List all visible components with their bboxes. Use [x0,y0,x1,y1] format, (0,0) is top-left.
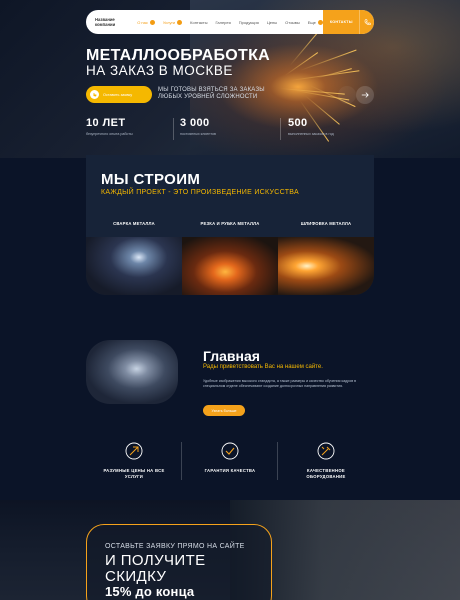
learn-more-button[interactable]: Узнать больше [203,405,245,416]
contacts-button[interactable]: КОНТАКТЫ [322,10,360,34]
services-section: МЫ СТРОИМ КАЖДЫЙ ПРОЕКТ - ЭТО ПРОИЗВЕДЕН… [86,155,374,295]
arrow-right-icon [361,92,369,98]
order-request-button[interactable]: Оставить заявку [86,86,152,103]
feature-prices-label: РАЗУМНЫЕ ЦЕНЫ НА ВСЕ [103,468,165,473]
stat-experience-label: безупречного опыта работы [86,132,133,136]
nav-item-label: Галерея [215,19,231,25]
services-title: МЫ СТРОИМ [101,171,201,188]
service-welding-label[interactable]: СВАРКА МЕТАЛЛА [86,221,182,226]
stat-divider [173,118,174,140]
nav-item-label: Цены [266,19,278,25]
stat-divider [280,118,281,140]
nav-item-label: Услуги [162,19,176,25]
quality-icon [219,440,241,462]
top-nav: Название компании О нас Услуги Контакты Гал… [86,10,374,34]
price-icon [123,440,145,462]
nav-item[interactable]: Отзывы [285,20,300,25]
promo-line1: ОСТАВЬТЕ ЗАЯВКУ ПРЯМО НА САЙТЕ [105,543,245,550]
feature-prices: РАЗУМНЫЕ ЦЕНЫ НА ВСЕ УСЛУГИ [86,440,182,488]
feature-quality: ГАРАНТИЯ КАЧЕСТВА [182,440,278,488]
feature-quality-label: ГАРАНТИЯ КАЧЕСТВА [204,468,256,473]
nav-item[interactable]: Контакты [190,20,207,25]
services-subtitle: КАЖДЫЙ ПРОЕКТ - ЭТО ПРОИЗВЕДЕНИЕ ИСКУССТ… [101,189,299,196]
feature-equipment-label-2: ОБОРУДОВАНИЕ [306,473,346,479]
hero-desc-line1: МЫ ГОТОВЫ ВЗЯТЬСЯ ЗА ЗАКАЗЫ [158,87,265,93]
order-request-label: Оставить заявку [103,92,133,97]
nav-item-label: Еще [307,19,316,25]
hero-desc-line2: ЛЮБЫХ УРОВНЕЙ СЛОЖНОСТИ [158,94,258,100]
hero-subtitle: НА ЗАКАЗ В МОСКВЕ [86,63,233,78]
nav-item[interactable]: Галерея [215,20,230,25]
features-row: РАЗУМНЫЕ ЦЕНЫ НА ВСЕ УСЛУГИ ГАРАНТИЯ КАЧ… [86,440,374,488]
stat-orders-label: выполненных заказов в год [288,132,334,136]
slider-prev-button[interactable] [338,86,356,104]
about-text: Удобные изображения высокого стандарта, … [203,379,357,388]
stat-experience: 10 ЛЕТ безупречного опыта работы [86,117,133,136]
nav-item[interactable]: О нас [137,19,155,25]
company-logo[interactable]: Название компании [86,17,129,27]
promo-line2: И ПОЛУЧИТЕ [105,552,206,569]
dropdown-dot-icon [149,19,155,25]
hero-description: МЫ ГОТОВЫ ВЗЯТЬСЯ ЗА ЗАКАЗЫ ЛЮБЫХ УРОВНЕ… [158,87,278,101]
hand-icon [90,90,99,99]
service-cutting-image[interactable] [182,237,278,295]
service-cutting-label[interactable]: РЕЗКА И РУБКА МЕТАЛЛА [182,221,278,226]
nav-item[interactable]: Еще [307,19,323,25]
stat-experience-value: 10 ЛЕТ [86,117,126,129]
services-images [86,237,374,295]
stat-orders-value: 500 [288,117,308,129]
nav-item-label: Отзывы [285,19,300,25]
about-image [86,340,178,404]
stat-clients: 3 000 постоянных клиентов [180,117,216,136]
nav-item-label: Продукция [238,19,259,25]
dropdown-dot-icon [177,19,183,25]
stat-clients-value: 3 000 [180,117,210,129]
nav-item[interactable]: Цены [267,20,277,25]
about-title: Главная [203,348,260,364]
stat-clients-label: постоянных клиентов [180,132,216,136]
stat-orders: 500 выполненных заказов в год [288,117,334,136]
service-grinding-label[interactable]: ШЛИФОВКА МЕТАЛЛА [278,221,374,226]
nav-menu: О нас Услуги Контакты Галерея Продукция Цены О… [129,19,323,25]
about-subtitle: Рады приветствовать Вас на нашем сайте. [203,364,323,370]
feature-equipment-label: КАЧЕСТВЕННОЕ [306,468,345,473]
equipment-icon [315,440,337,462]
promo-line4: 15% до конца [105,584,195,599]
nav-item-label: О нас [137,19,148,25]
slider-next-button[interactable] [356,86,374,104]
services-categories: СВАРКА МЕТАЛЛА РЕЗКА И РУБКА МЕТАЛЛА ШЛИ… [86,221,374,226]
nav-item[interactable]: Продукция [239,20,259,25]
hero-title: МЕТАЛЛООБРАБОТКА [86,47,271,64]
feature-equipment: КАЧЕСТВЕННОЕ ОБОРУДОВАНИЕ [278,440,374,488]
service-welding-image[interactable] [86,237,182,295]
feature-prices-label-2: УСЛУГИ [124,473,144,479]
phone-icon [364,18,371,25]
nav-item-label: Контакты [190,19,208,25]
promo-line3: СКИДКУ [105,568,167,585]
service-grinding-image[interactable] [278,237,374,295]
nav-item[interactable]: Услуги [162,19,183,25]
